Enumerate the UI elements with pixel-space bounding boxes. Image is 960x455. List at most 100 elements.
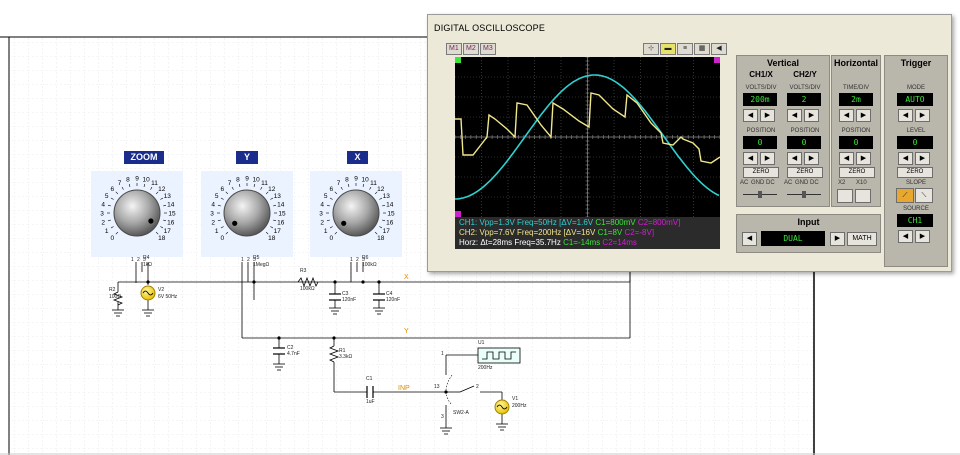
ch2-volts-down-button[interactable]: ◀ xyxy=(787,109,802,122)
dial-number: 9 xyxy=(135,176,139,183)
pin-3: 3 xyxy=(441,414,444,420)
trigger-level-display: 0 xyxy=(897,136,933,149)
ch1-volts-up-button[interactable]: ▶ xyxy=(760,109,775,122)
pin-1: 1 xyxy=(441,351,444,357)
ch1-position-display: 0 xyxy=(743,136,777,149)
trigger-zero-button[interactable]: ZERO xyxy=(897,167,933,178)
dial-number: 6 xyxy=(220,186,224,193)
ch1-gnd-label: GND xyxy=(751,180,765,186)
cursor-mode-icon[interactable]: ⊹ xyxy=(643,43,659,55)
dial-number: 12 xyxy=(268,186,276,193)
trigger-source-up-button[interactable]: ▶ xyxy=(915,230,930,243)
v1-value: 200Hz xyxy=(512,403,527,409)
single-trace-icon[interactable]: ▬ xyxy=(660,43,676,55)
cursor-2-marker[interactable] xyxy=(714,57,720,63)
ch2-coupling-slider[interactable] xyxy=(787,191,821,198)
ch2-position-up-button[interactable]: ▶ xyxy=(804,152,819,165)
x10-button[interactable] xyxy=(855,189,871,203)
ch1-volts-down-button[interactable]: ◀ xyxy=(743,109,758,122)
ch2-ac-label: AC xyxy=(784,180,793,186)
horizontal-position-up-button[interactable]: ▶ xyxy=(856,152,871,165)
dial-number: 16 xyxy=(167,220,175,227)
trigger-source-label: SOURCE xyxy=(903,206,929,212)
ch2-position-down-button[interactable]: ◀ xyxy=(787,152,802,165)
v2-value: 6V 50Hz xyxy=(158,294,178,300)
trigger-source-down-button[interactable]: ◀ xyxy=(898,230,913,243)
dial-number: 6 xyxy=(329,186,333,193)
knob-pin-1: 1 xyxy=(131,257,134,263)
ch1-position-down-button[interactable]: ◀ xyxy=(743,152,758,165)
memory-button-m1[interactable]: M1 xyxy=(446,43,462,55)
dial-number: 3 xyxy=(319,211,323,218)
input-mode-up-button[interactable]: ▶ xyxy=(830,232,845,246)
knob-title-y: Y xyxy=(236,151,258,164)
c1-name: C1 xyxy=(366,376,373,382)
dial-number: 0 xyxy=(220,235,224,242)
net-label-inp: INP xyxy=(398,385,410,392)
dial-number: 9 xyxy=(245,176,249,183)
dial-number: 3 xyxy=(210,211,214,218)
horizontal-zero-button[interactable]: ZERO xyxy=(839,167,875,178)
net-label-x: X xyxy=(404,274,409,281)
ch2-c1: C1=8V xyxy=(597,228,623,237)
dial-number: 12 xyxy=(377,186,385,193)
ch1-position-up-button[interactable]: ▶ xyxy=(760,152,775,165)
input-mode-down-button[interactable]: ◀ xyxy=(742,232,757,246)
ch1-volts-div-label: VOLTS/DIV xyxy=(745,85,777,91)
potentiometer-knob[interactable] xyxy=(332,189,380,237)
knob-pin-3: 3 xyxy=(362,257,365,263)
dual-trace-icon[interactable]: ≡ xyxy=(677,43,693,55)
ch1-delta: [ΔV=1.6V xyxy=(559,218,594,227)
horizontal-position-down-button[interactable]: ◀ xyxy=(839,152,854,165)
dial-number: 18 xyxy=(268,235,276,242)
ch1-coupling-slider[interactable] xyxy=(743,191,777,198)
time-div-up-button[interactable]: ▶ xyxy=(856,109,871,122)
horizontal-panel: Horizontal TIME/DIV 2m ◀ ▶ POSITION 0 ◀ … xyxy=(831,55,881,207)
sw2a-name: SW2-A xyxy=(453,410,469,416)
cursor-1-marker[interactable] xyxy=(455,57,461,63)
ch1-position-label: POSITION xyxy=(746,128,776,134)
knob-indicator xyxy=(232,220,238,226)
oscilloscope-screen[interactable] xyxy=(455,57,720,217)
ch1-c1: C1=800mV xyxy=(595,218,636,227)
dial-number: 7 xyxy=(228,180,232,187)
ch2-volts-up-button[interactable]: ▶ xyxy=(804,109,819,122)
dial-number: 2 xyxy=(101,220,105,227)
memory-button-m2[interactable]: M2 xyxy=(463,43,479,55)
ch2-c2: C2=-8V] xyxy=(624,228,655,237)
trigger-mode-up-button[interactable]: ▶ xyxy=(915,109,930,122)
memory-button-m3[interactable]: M3 xyxy=(480,43,496,55)
trigger-mode-down-button[interactable]: ◀ xyxy=(898,109,913,122)
slope-falling-icon[interactable]: ⟍ xyxy=(915,188,933,203)
r2-name: R2 xyxy=(109,287,116,293)
dial-number: 7 xyxy=(118,180,122,187)
time-div-down-button[interactable]: ◀ xyxy=(839,109,854,122)
dial-number: 0 xyxy=(110,235,114,242)
trigger-level-up-button[interactable]: ▶ xyxy=(915,152,930,165)
slope-rising-icon[interactable]: ⟋ xyxy=(896,188,914,203)
ch1-c2: C2=800mV] xyxy=(637,218,681,227)
potentiometer-knob[interactable] xyxy=(113,189,161,237)
math-button[interactable]: MATH xyxy=(847,232,877,246)
time-div-display: 2m xyxy=(839,93,873,106)
trigger-level-label: LEVEL xyxy=(906,128,926,134)
potentiometer-knob[interactable] xyxy=(223,189,271,237)
x2-button[interactable] xyxy=(837,189,853,203)
ch2-position-label: POSITION xyxy=(790,128,820,134)
knob-pin-2: 2 xyxy=(137,257,140,263)
ch2-dc-label: DC xyxy=(810,180,819,186)
ch2-volts-div-label: VOLTS/DIV xyxy=(789,85,821,91)
dial-number: 8 xyxy=(236,177,240,184)
dial-number: 1 xyxy=(324,228,328,235)
r3-name: R3 xyxy=(300,268,307,274)
trigger-level-down-button[interactable]: ◀ xyxy=(898,152,913,165)
dial-number: 17 xyxy=(274,228,282,235)
collapse-panel-icon[interactable]: ◀ xyxy=(711,43,727,55)
knob-pin-3: 3 xyxy=(253,257,256,263)
grid-icon[interactable]: ▦ xyxy=(694,43,710,55)
ch2-zero-button[interactable]: ZERO xyxy=(787,167,823,178)
ch1-zero-button[interactable]: ZERO xyxy=(743,167,779,178)
dial-number: 4 xyxy=(101,201,105,208)
time-div-label: TIME/DIV xyxy=(842,85,869,91)
r3-value: 100kΩ xyxy=(300,286,315,292)
